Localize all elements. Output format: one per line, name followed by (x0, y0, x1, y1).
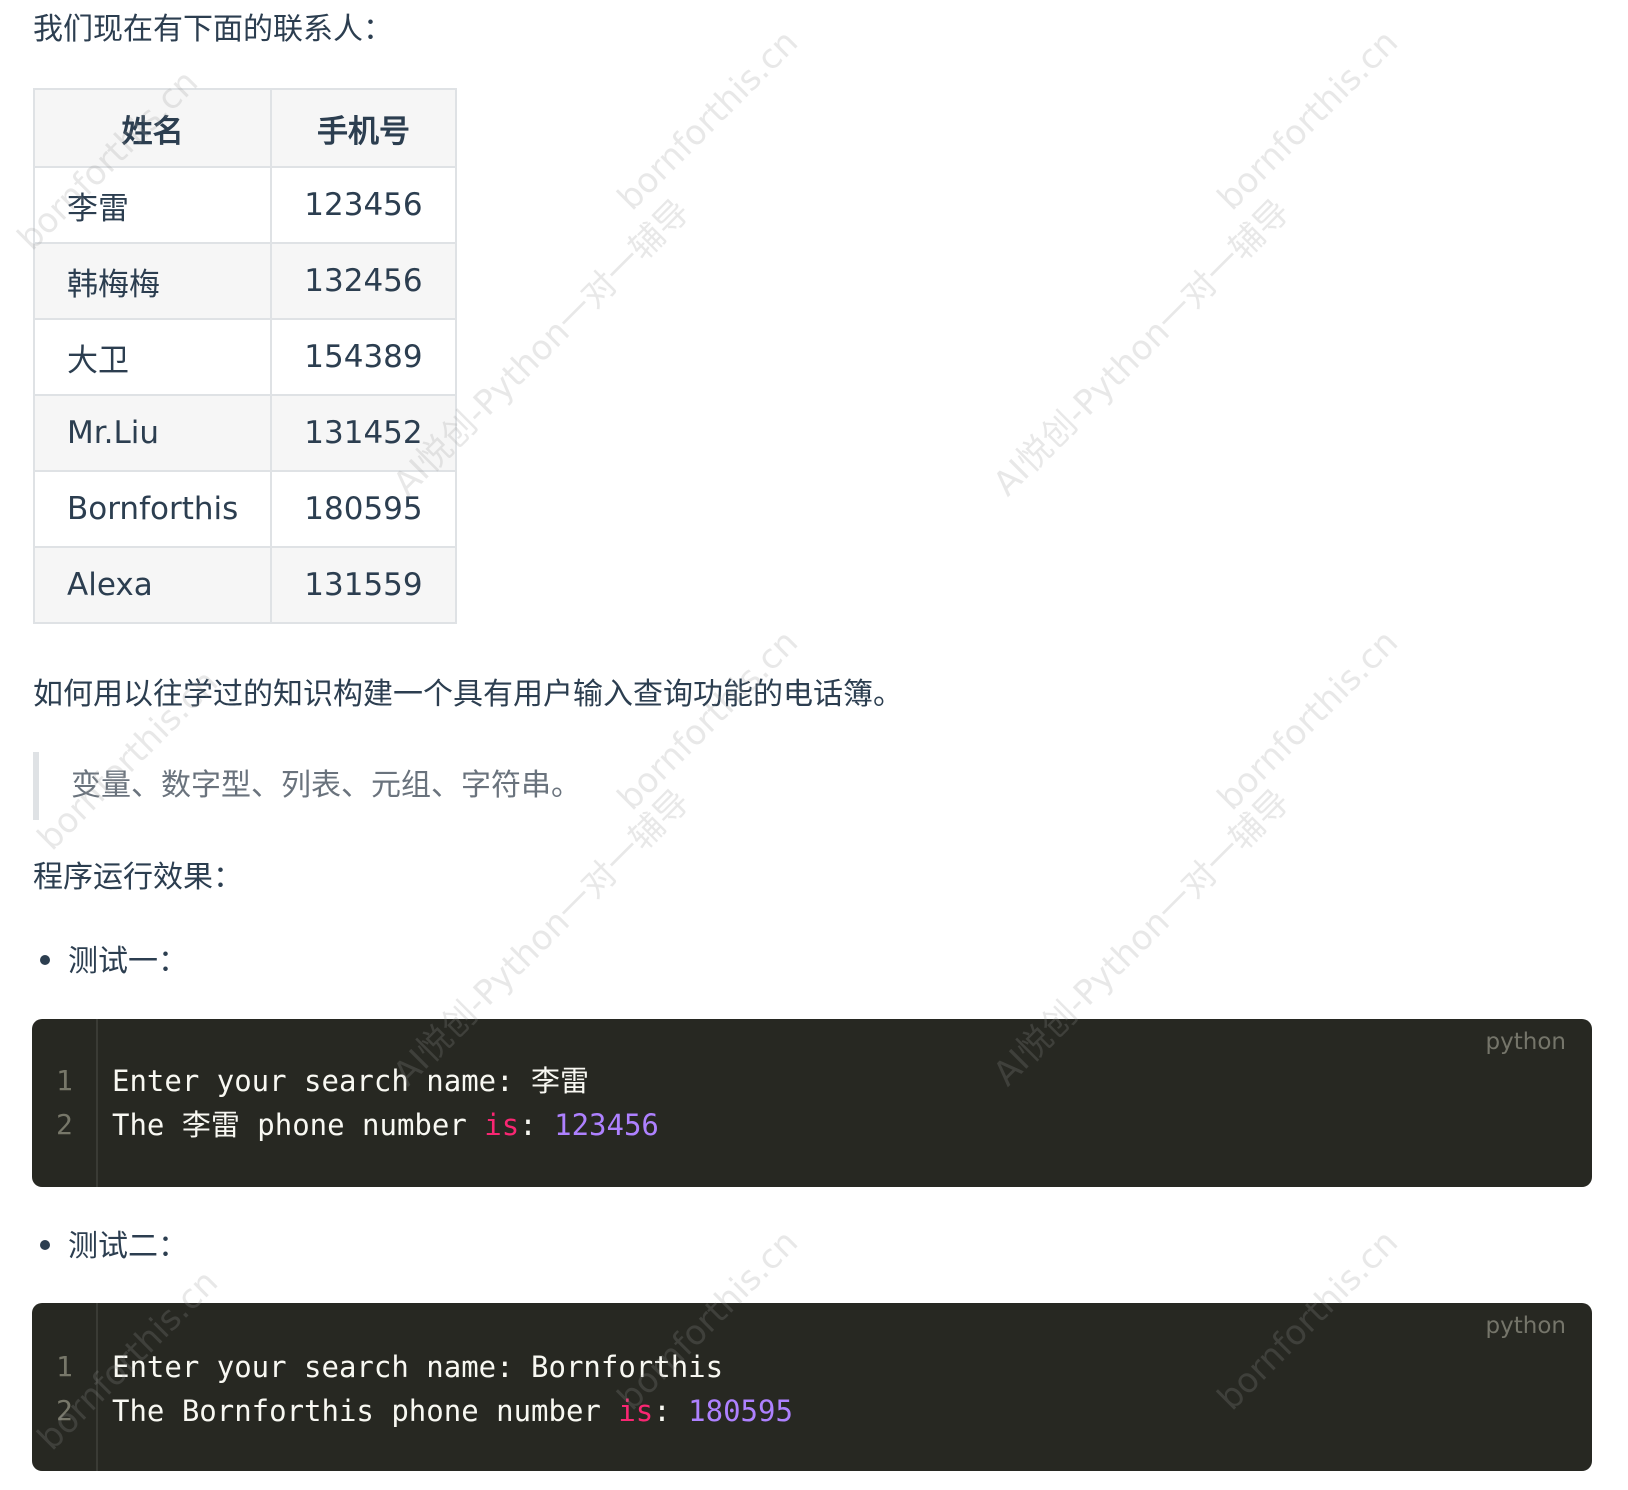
bullet-icon (40, 954, 50, 965)
table-row: Alexa 131559 (32, 546, 457, 624)
table-row: 大卫 154389 (32, 318, 457, 396)
test-label: 测试二： (68, 1229, 188, 1264)
question-text: 如何用以往学过的知识构建一个具有用户输入查询功能的电话簿。 (33, 677, 903, 712)
code-text: : (653, 1394, 689, 1428)
contact-phone: 123456 (270, 166, 457, 244)
table-row: 李雷 123456 (32, 166, 457, 244)
code-line: Enter your search name: 李雷 (112, 1064, 590, 1098)
code-line: Enter your search name: Bornforthis (112, 1350, 724, 1384)
watermark: AI悦创-Python一对一辅导 (985, 191, 1298, 504)
code-language-label: python (1485, 1313, 1566, 1339)
line-number: 2 (56, 1108, 73, 1141)
code-block: 1 2 python Enter your search name: 李雷 Th… (32, 1019, 1592, 1187)
contact-name: 大卫 (32, 318, 273, 396)
line-number: 2 (56, 1394, 73, 1427)
code-line: The 李雷 phone number is: 123456 (112, 1103, 659, 1147)
watermark: bornforthis.cn (1210, 22, 1406, 219)
watermark: bornforthis.cn (610, 622, 806, 819)
contact-name: 李雷 (32, 166, 273, 244)
code-text: : (519, 1108, 555, 1142)
code-number: 123456 (554, 1108, 659, 1142)
test-label: 测试一： (68, 944, 188, 979)
contacts-table: 姓名 手机号 李雷 123456 韩梅梅 132456 大卫 154389 Mr… (32, 88, 457, 624)
watermark: bornforthis.cn (1210, 622, 1406, 819)
code-text: The 李雷 phone number (112, 1108, 485, 1142)
article-page: 我们现在有下面的联系人： 姓名 手机号 李雷 123456 韩梅梅 132456… (0, 0, 1628, 1490)
code-text: The Bornforthis phone number (112, 1394, 619, 1428)
code-block: 1 2 python Enter your search name: Bornf… (32, 1303, 1592, 1471)
contact-phone: 132456 (270, 242, 457, 320)
watermark: bornforthis.cn (610, 22, 806, 219)
line-number: 1 (56, 1350, 73, 1383)
code-number: 180595 (688, 1394, 793, 1428)
contact-phone: 154389 (270, 318, 457, 396)
contact-phone: 131559 (270, 546, 457, 624)
header-name: 姓名 (32, 88, 273, 168)
contact-name: 韩梅梅 (32, 242, 273, 320)
code-language-label: python (1485, 1029, 1566, 1055)
line-number: 1 (56, 1064, 73, 1097)
table-row: 韩梅梅 132456 (32, 242, 457, 320)
code-keyword: is (484, 1108, 520, 1142)
code-line: The Bornforthis phone number is: 180595 (112, 1389, 793, 1433)
list-item: 测试二： (40, 1227, 188, 1267)
result-heading: 程序运行效果： (33, 860, 243, 895)
table-row: Mr.Liu 131452 (32, 394, 457, 472)
table-row: Bornforthis 180595 (32, 470, 457, 548)
list-item: 测试一： (40, 942, 188, 982)
contact-phone: 131452 (270, 394, 457, 472)
code-keyword: is (618, 1394, 654, 1428)
contact-name: Alexa (32, 546, 273, 624)
bullet-icon (40, 1239, 50, 1250)
contact-phone: 180595 (270, 470, 457, 548)
blockquote: 变量、数字型、列表、元组、字符串。 (33, 752, 581, 820)
contact-name: Bornforthis (32, 470, 273, 548)
intro-text: 我们现在有下面的联系人： (33, 12, 393, 47)
table-header-row: 姓名 手机号 (32, 88, 457, 168)
contact-name: Mr.Liu (32, 394, 273, 472)
header-phone: 手机号 (270, 88, 457, 168)
